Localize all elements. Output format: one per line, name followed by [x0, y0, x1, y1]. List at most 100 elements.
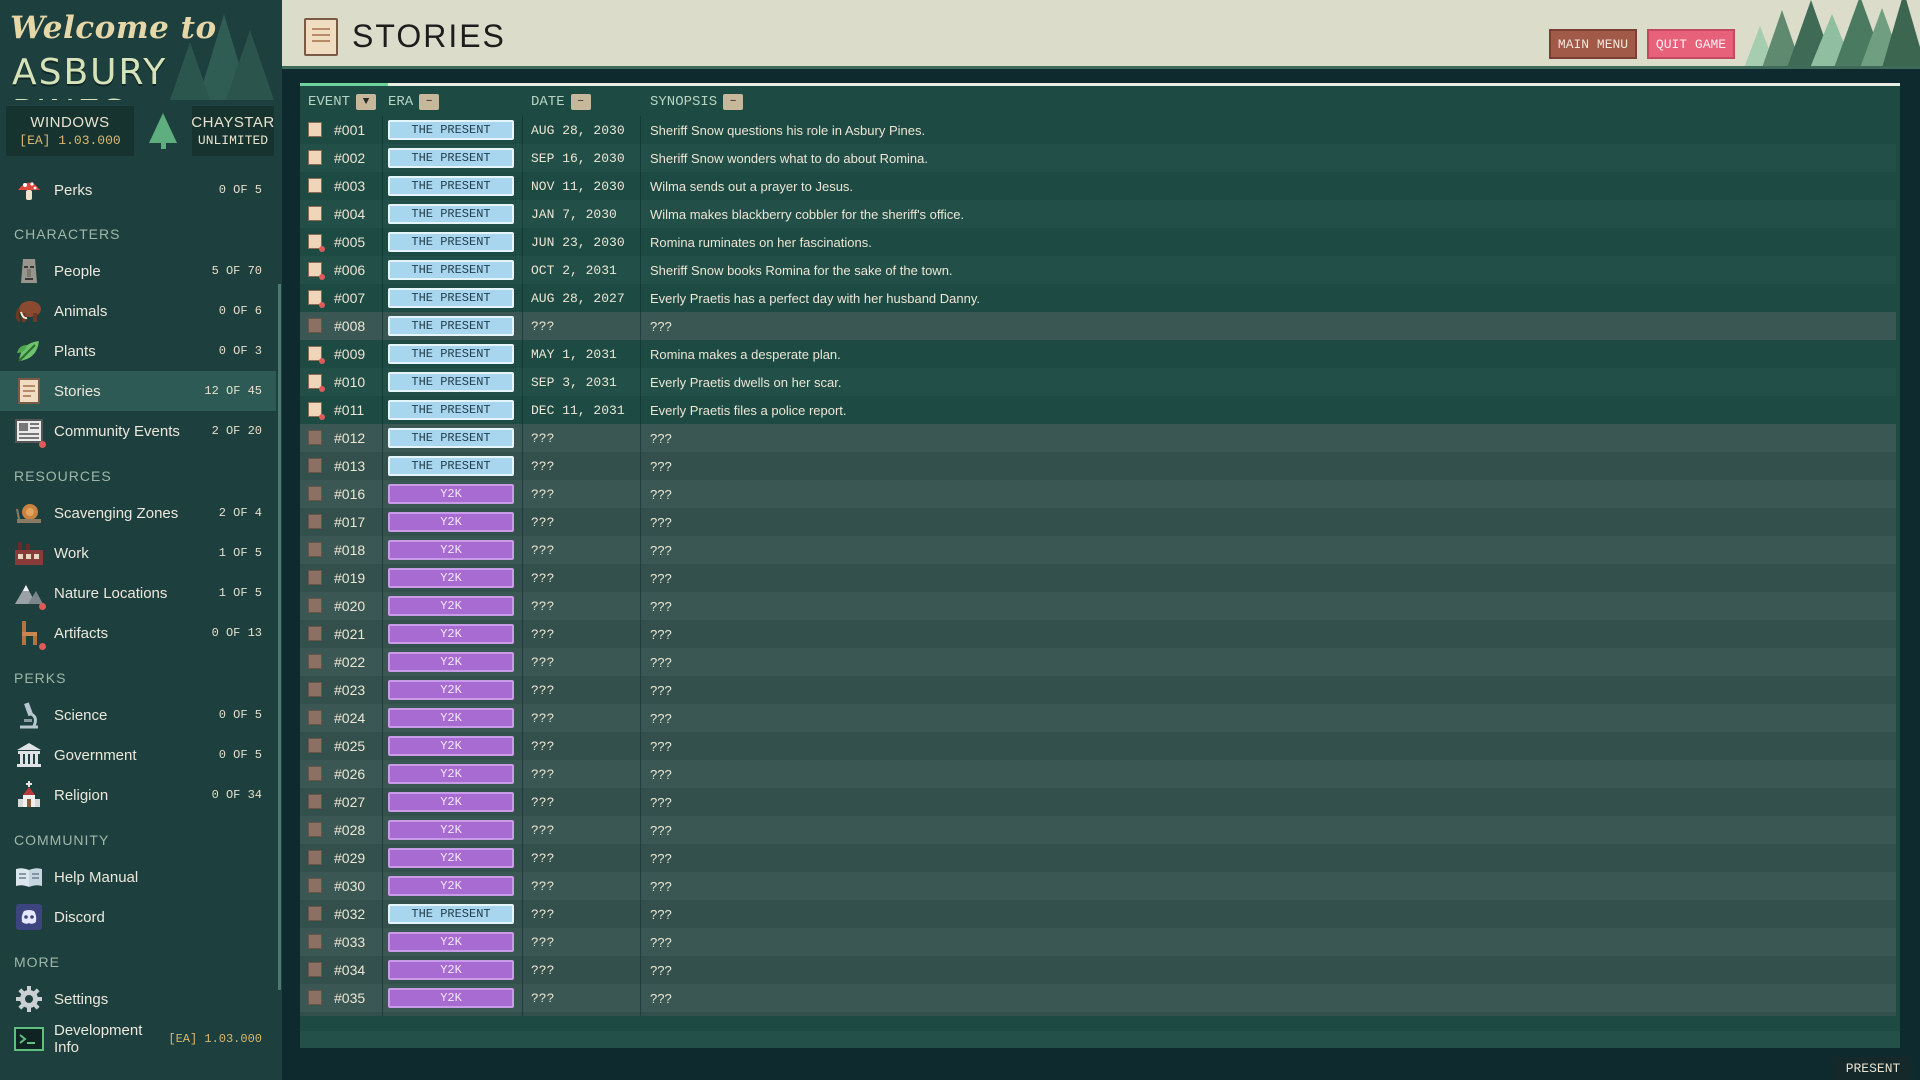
sidebar-item-stories[interactable]: Stories 12 OF 45	[0, 371, 276, 411]
story-page-icon	[308, 514, 322, 529]
event-date: OCT 2, 2031	[531, 262, 617, 278]
sort-desc-icon[interactable]: ▼	[356, 94, 377, 110]
column-synopsis[interactable]: SYNOPSIS −	[650, 91, 744, 113]
sidebar-item-science[interactable]: Science 0 OF 5	[0, 695, 276, 735]
table-row[interactable]: #027 Y2K??????	[300, 788, 1896, 816]
sidebar-item-work[interactable]: Work 1 OF 5	[0, 533, 276, 573]
table-row[interactable]: #030 Y2K??????	[300, 872, 1896, 900]
event-id: #030	[334, 878, 366, 894]
sidebar-item-religion[interactable]: Religion 0 OF 34	[0, 775, 276, 815]
sidebar-item-government[interactable]: Government 0 OF 5	[0, 735, 276, 775]
table-row[interactable]: #009 THE PRESENT MAY 1, 2031 Romina makes a…	[300, 340, 1896, 368]
table-row[interactable]: #025 Y2K??????	[300, 732, 1896, 760]
sidebar-item-animals[interactable]: Animals 0 OF 6	[0, 291, 276, 331]
event-date: ???	[531, 682, 555, 698]
story-page-icon	[308, 878, 322, 893]
story-page-icon	[308, 122, 322, 137]
sidebar-item-label: Work	[54, 544, 89, 562]
event-id: #032	[334, 906, 366, 922]
main-menu-button[interactable]: MAIN MENU	[1549, 29, 1637, 59]
table-row[interactable]: #022 Y2K??????	[300, 648, 1896, 676]
table-row[interactable]: #020 Y2K??????	[300, 592, 1896, 620]
column-event[interactable]: EVENT ▼	[308, 91, 377, 113]
mountain-icon	[14, 578, 46, 610]
table-row[interactable]: #010 THE PRESENT SEP 3, 2031 Everly Praetis…	[300, 368, 1896, 396]
sidebar-item-nature-locations[interactable]: Nature Locations 1 OF 5	[0, 573, 276, 613]
table-row[interactable]: #008 THE PRESENT??????	[300, 312, 1896, 340]
event-id: #025	[334, 738, 366, 754]
sort-none-icon[interactable]: −	[570, 94, 591, 110]
church-icon	[14, 780, 44, 810]
quit-game-button[interactable]: QUIT GAME	[1647, 29, 1735, 59]
event-synopsis: ???	[650, 458, 672, 474]
story-page-icon	[308, 626, 322, 641]
sidebar-item-development-info[interactable]: Development Info [EA] 1.03.000	[0, 1019, 276, 1059]
table-row[interactable]: #001 THE PRESENT AUG 28, 2030 Sheriff Snow …	[300, 116, 1896, 144]
table-row[interactable]: #029 Y2K??????	[300, 844, 1896, 872]
table-row[interactable]: #034 Y2K??????	[300, 956, 1896, 984]
column-date-label: DATE	[531, 94, 565, 110]
event-synopsis: ???	[650, 850, 672, 866]
event-synopsis: Romina makes a desperate plan.	[650, 346, 841, 362]
event-id: #026	[334, 766, 366, 782]
sidebar-item-label: Plants	[54, 342, 96, 360]
sidebar-item-discord[interactable]: Discord	[0, 897, 276, 937]
sidebar-item-count: 0 OF 5	[218, 708, 262, 722]
table-row[interactable]: #004 THE PRESENT JAN 7, 2030 Wilma makes bl…	[300, 200, 1896, 228]
table-row[interactable]: #023 Y2K??????	[300, 676, 1896, 704]
table-row[interactable]: #013 THE PRESENT??????	[300, 452, 1896, 480]
event-date: JUN 23, 2030	[531, 234, 625, 250]
table-row[interactable]: #011 THE PRESENT DEC 11, 2031 Everly Praeti…	[300, 396, 1896, 424]
sidebar-item-settings[interactable]: Settings	[0, 979, 276, 1019]
sidebar-scrollbar[interactable]	[278, 284, 281, 990]
table-row[interactable]: #019 Y2K??????	[300, 564, 1896, 592]
table-row[interactable]: #024 Y2K??????	[300, 704, 1896, 732]
sidebar-item-help-manual[interactable]: Help Manual	[0, 857, 276, 897]
table-row[interactable]: #028 Y2K??????	[300, 816, 1896, 844]
column-era[interactable]: ERA −	[388, 91, 440, 113]
section-resources: RESOURCES	[14, 468, 112, 484]
story-page-icon	[308, 850, 322, 865]
era-badge: Y2K	[388, 960, 514, 980]
story-page-icon	[308, 962, 322, 977]
table-row[interactable]: #033 Y2K??????	[300, 928, 1896, 956]
sidebar-item-artifacts[interactable]: Artifacts 0 OF 13	[0, 613, 276, 653]
table-row[interactable]: #003 THE PRESENT NOV 11, 2030 Wilma sends o…	[300, 172, 1896, 200]
sidebar-item-count: [EA] 1.03.000	[168, 1032, 262, 1046]
event-id: #004	[334, 206, 366, 222]
sidebar-item-plants[interactable]: Plants 0 OF 3	[0, 331, 276, 371]
table-row[interactable]: #007 THE PRESENT AUG 28, 2027 Everly Praeti…	[300, 284, 1896, 312]
column-synopsis-label: SYNOPSIS	[650, 94, 718, 110]
story-page-icon	[308, 682, 322, 697]
table-row[interactable]: #016 Y2K??????	[300, 480, 1896, 508]
sidebar-item-people[interactable]: People 5 OF 70	[0, 251, 276, 291]
table-row[interactable]: #012 THE PRESENT??????	[300, 424, 1896, 452]
table-row[interactable]: #035 Y2K??????	[300, 984, 1896, 1012]
sidebar-item-scavenging-zones[interactable]: Scavenging Zones 2 OF 4	[0, 493, 276, 533]
event-id: #007	[334, 290, 366, 306]
table-row[interactable]: #036THE PRESENT??????	[300, 1012, 1896, 1016]
table-row[interactable]: #006 THE PRESENT OCT 2, 2031 Sheriff Snow b…	[300, 256, 1896, 284]
table-row[interactable]: #002 THE PRESENT SEP 16, 2030 Sheriff Snow …	[300, 144, 1896, 172]
table-row[interactable]: #017 Y2K??????	[300, 508, 1896, 536]
factory-icon	[14, 538, 44, 568]
table-row[interactable]: #018 Y2K??????	[300, 536, 1896, 564]
table-row[interactable]: #026 Y2K??????	[300, 760, 1896, 788]
sidebar-item-perks[interactable]: Perks 0 OF 5	[0, 170, 276, 210]
column-date[interactable]: DATE −	[531, 91, 591, 113]
era-badge: THE PRESENT	[388, 176, 514, 196]
sort-none-icon[interactable]: −	[419, 94, 440, 110]
sidebar-item-community-events[interactable]: Community Events 2 OF 20	[0, 411, 276, 451]
table-row[interactable]: #005 THE PRESENT JUN 23, 2030 Romina rumina…	[300, 228, 1896, 256]
era-badge: Y2K	[388, 988, 514, 1008]
sort-none-icon[interactable]: −	[723, 94, 744, 110]
event-date: ???	[531, 822, 555, 838]
sidebar-item-count: 0 OF 5	[218, 183, 262, 197]
event-synopsis: ???	[650, 738, 672, 754]
sidebar-item-count: 0 OF 13	[211, 626, 262, 640]
table-row[interactable]: #021 Y2K??????	[300, 620, 1896, 648]
event-synopsis: ???	[650, 682, 672, 698]
era-badge: THE PRESENT	[388, 456, 514, 476]
era-badge: Y2K	[388, 568, 514, 588]
table-row[interactable]: #032 THE PRESENT??????	[300, 900, 1896, 928]
